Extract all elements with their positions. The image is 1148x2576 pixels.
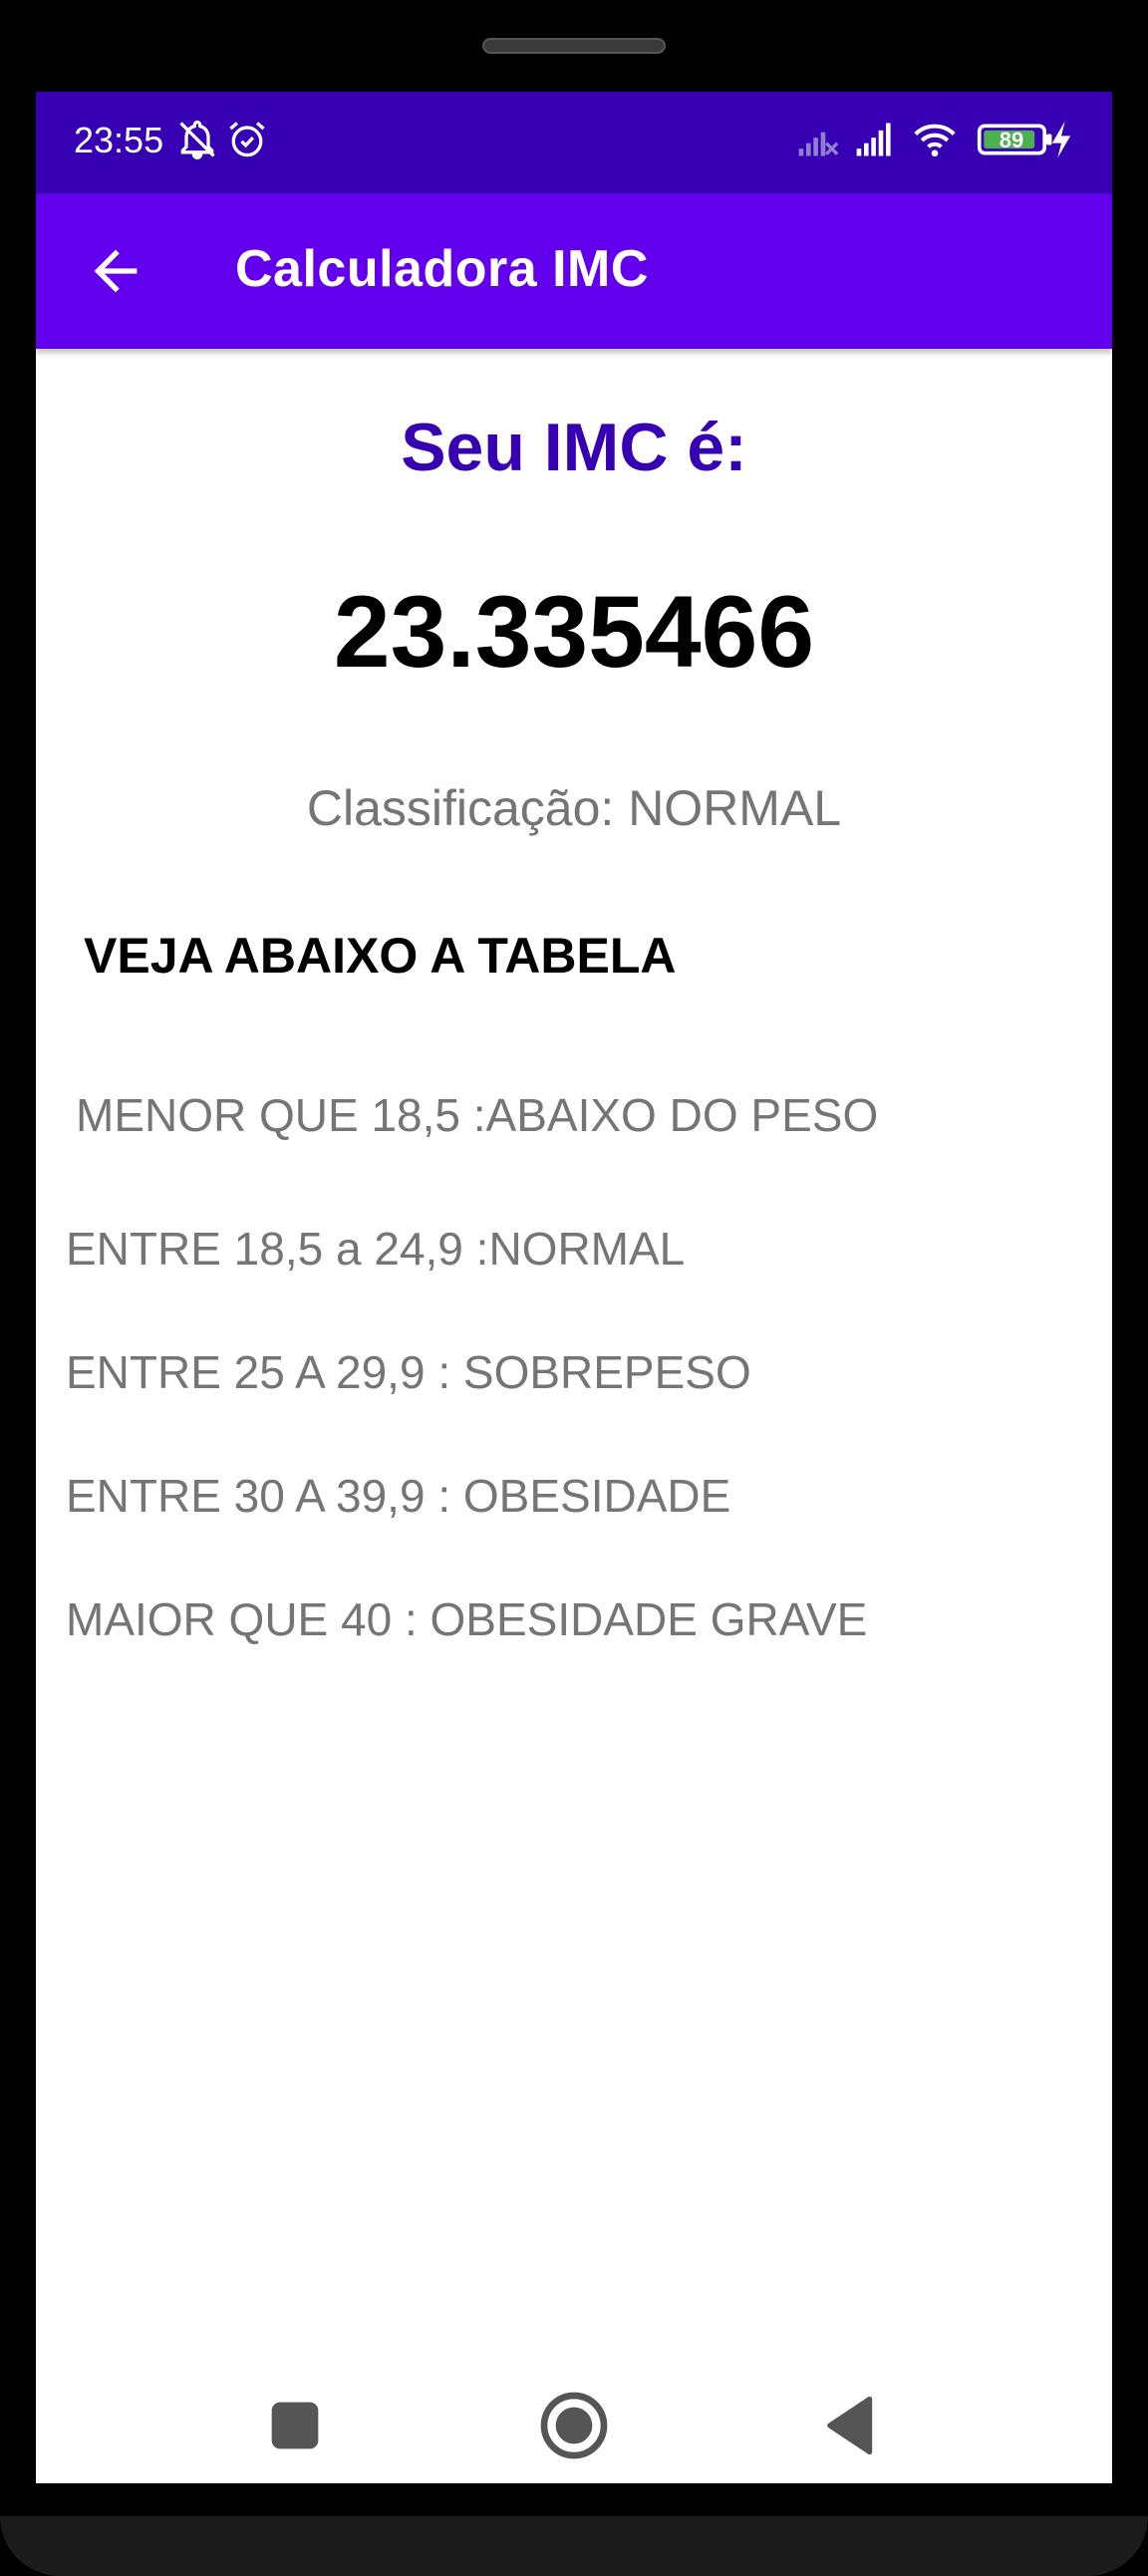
battery-level: 89: [999, 128, 1024, 152]
phone-frame: 23:55 89 Calculadora IMC Seu IMC é: 23.3…: [0, 0, 1148, 2576]
table-row-underweight: MENOR QUE 18,5 :ABAIXO DO PESO: [76, 1089, 879, 1141]
bottom-bezel: [0, 2516, 1148, 2576]
earpiece-speaker: [482, 38, 666, 54]
table-row-normal: ENTRE 18,5 a 24,9 :NORMAL: [66, 1223, 686, 1275]
signal-icon: [856, 123, 891, 156]
table-row-severe-obesity: MAIOR QUE 40 : OBESIDADE GRAVE: [66, 1593, 868, 1645]
table-title: VEJA ABAIXO A TABELA: [84, 928, 677, 984]
imc-value: 23.335466: [333, 575, 815, 689]
imc-heading: Seu IMC é:: [401, 410, 747, 485]
back-triangle-icon[interactable]: [813, 2386, 893, 2465]
table-row-obesity: ENTRE 30 A 39,9 : OBESIDADE: [66, 1470, 731, 1522]
alarm-icon: [229, 122, 265, 157]
home-circle-icon[interactable]: [534, 2386, 614, 2465]
table-row-overweight: ENTRE 25 A 29,9 : SOBREPESO: [66, 1346, 751, 1398]
bell-off-icon: [179, 121, 215, 159]
app-bar: Calculadora IMC: [36, 193, 1112, 349]
status-time: 23:55: [74, 120, 164, 160]
app-title: Calculadora IMC: [235, 240, 649, 298]
arrow-left-icon[interactable]: [84, 239, 147, 303]
system-nav-bar: [36, 2368, 1112, 2483]
classification-label: Classificação: NORMAL: [306, 780, 842, 836]
wifi-icon: [914, 124, 956, 157]
status-bar: 23:55 89: [36, 92, 1112, 193]
recents-square-icon[interactable]: [255, 2386, 335, 2465]
charging-icon: [1051, 121, 1071, 158]
screen: 23:55 89 Calculadora IMC Seu IMC é: 23.3…: [36, 92, 1112, 2483]
signal-off-icon: [798, 132, 839, 156]
